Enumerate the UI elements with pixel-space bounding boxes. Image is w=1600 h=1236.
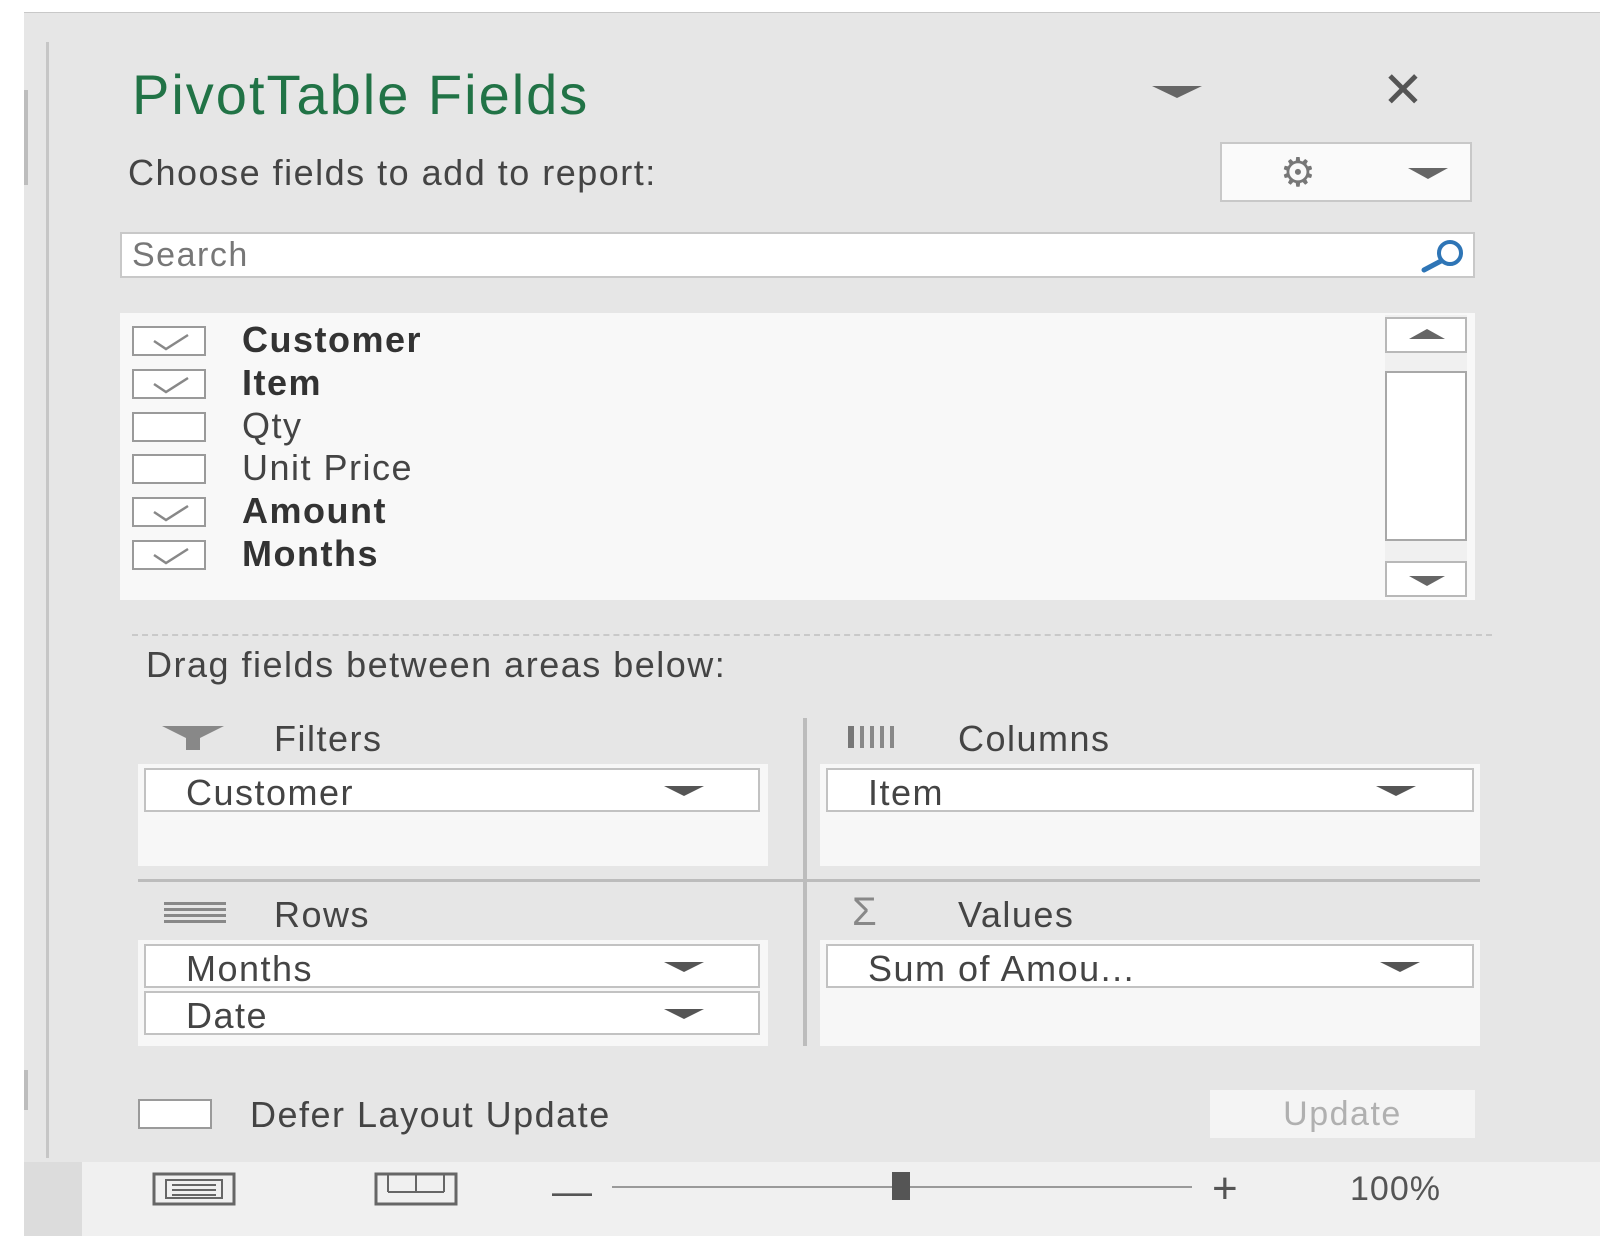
field-label: Item <box>242 362 323 403</box>
field-checkbox[interactable] <box>132 540 206 570</box>
drag-fields-label: Drag fields between areas below: <box>146 644 727 685</box>
values-field-sum-of-amount[interactable]: Sum of Amou... <box>826 944 1474 989</box>
rows-icon <box>164 902 226 923</box>
field-list-scrollbar[interactable] <box>1385 315 1467 597</box>
task-pane-options-button[interactable] <box>1152 80 1202 104</box>
check-icon <box>153 547 189 565</box>
pill-label: Months <box>186 948 314 989</box>
rows-area[interactable]: Months Date <box>138 940 768 1046</box>
pill-label: Customer <box>186 772 355 813</box>
field-label: Months <box>242 533 379 574</box>
field-item-customer[interactable]: Customer <box>132 319 1332 360</box>
status-bar: — + 100% <box>24 1162 1600 1236</box>
chevron-down-icon <box>1408 168 1448 179</box>
field-checkbox[interactable] <box>132 497 206 527</box>
check-icon <box>153 333 189 351</box>
filters-field-customer[interactable]: Customer <box>144 768 760 813</box>
chevron-down-icon[interactable] <box>664 962 704 972</box>
pill-label: Sum of Amou... <box>868 948 1136 989</box>
filters-heading: Filters <box>274 718 383 759</box>
chevron-down-icon[interactable] <box>664 1009 704 1019</box>
gear-icon: ⚙ <box>1280 151 1316 195</box>
search-input[interactable] <box>132 234 1372 276</box>
rows-field-date[interactable]: Date <box>144 991 760 1036</box>
section-divider <box>132 634 1492 636</box>
search-icon[interactable] <box>1418 238 1470 274</box>
zoom-in-button[interactable]: + <box>1212 1164 1238 1214</box>
check-icon <box>153 504 189 522</box>
field-checkbox[interactable] <box>132 454 206 484</box>
choose-fields-label: Choose fields to add to report: <box>128 152 657 193</box>
columns-icon <box>848 726 894 748</box>
zoom-slider-thumb[interactable] <box>892 1172 910 1200</box>
field-label: Amount <box>242 490 387 531</box>
filter-icon <box>162 726 224 750</box>
pill-label: Date <box>186 995 269 1036</box>
defer-layout-checkbox[interactable] <box>138 1099 212 1129</box>
field-item-unit-price[interactable]: Unit Price <box>132 447 1332 488</box>
field-checkbox[interactable] <box>132 412 206 442</box>
field-item-qty[interactable]: Qty <box>132 405 1332 446</box>
search-box <box>120 232 1475 278</box>
rows-field-months[interactable]: Months <box>144 944 760 989</box>
field-label: Qty <box>242 405 303 446</box>
sigma-icon: Σ <box>852 890 877 934</box>
scroll-down-button[interactable] <box>1385 561 1467 597</box>
values-heading: Values <box>958 894 1075 935</box>
pane-title: PivotTable Fields <box>132 63 590 126</box>
areas-horizontal-divider <box>138 879 1480 882</box>
columns-heading: Columns <box>958 718 1111 759</box>
pane-edge-mark <box>24 90 28 185</box>
field-checkbox[interactable] <box>132 326 206 356</box>
close-icon[interactable]: ✕ <box>1382 60 1424 120</box>
field-item-months[interactable]: Months <box>132 533 1332 574</box>
defer-layout-label: Defer Layout Update <box>250 1094 611 1135</box>
tools-button[interactable]: ⚙ <box>1220 142 1472 202</box>
chevron-down-icon[interactable] <box>664 786 704 796</box>
update-button[interactable]: Update <box>1210 1090 1475 1138</box>
field-item-amount[interactable]: Amount <box>132 490 1332 531</box>
pane-edge-mark <box>24 1070 28 1110</box>
columns-area[interactable]: Item <box>820 764 1480 866</box>
pill-label: Item <box>868 772 945 813</box>
columns-field-item[interactable]: Item <box>826 768 1474 813</box>
filters-area[interactable]: Customer <box>138 764 768 866</box>
areas-vertical-divider <box>803 718 807 1046</box>
scroll-up-button[interactable] <box>1385 317 1467 353</box>
normal-view-icon[interactable] <box>152 1172 236 1206</box>
chevron-down-icon[interactable] <box>1376 786 1416 796</box>
field-label: Unit Price <box>242 447 414 488</box>
field-label: Customer <box>242 319 423 360</box>
chevron-down-icon[interactable] <box>1380 962 1420 972</box>
zoom-level[interactable]: 100% <box>1350 1170 1441 1209</box>
field-list: Customer Item Qty Unit Price Amount Mont… <box>120 313 1475 600</box>
status-bar-edge <box>24 1162 82 1236</box>
page-layout-view-icon[interactable] <box>374 1172 458 1206</box>
zoom-out-button[interactable]: — <box>552 1170 592 1215</box>
check-icon <box>153 376 189 394</box>
rows-heading: Rows <box>274 894 371 935</box>
values-area[interactable]: Sum of Amou... <box>820 940 1480 1046</box>
field-item-item[interactable]: Item <box>132 362 1332 403</box>
field-checkbox[interactable] <box>132 369 206 399</box>
scroll-thumb[interactable] <box>1385 371 1467 541</box>
pane-resize-handle[interactable] <box>46 42 49 1158</box>
